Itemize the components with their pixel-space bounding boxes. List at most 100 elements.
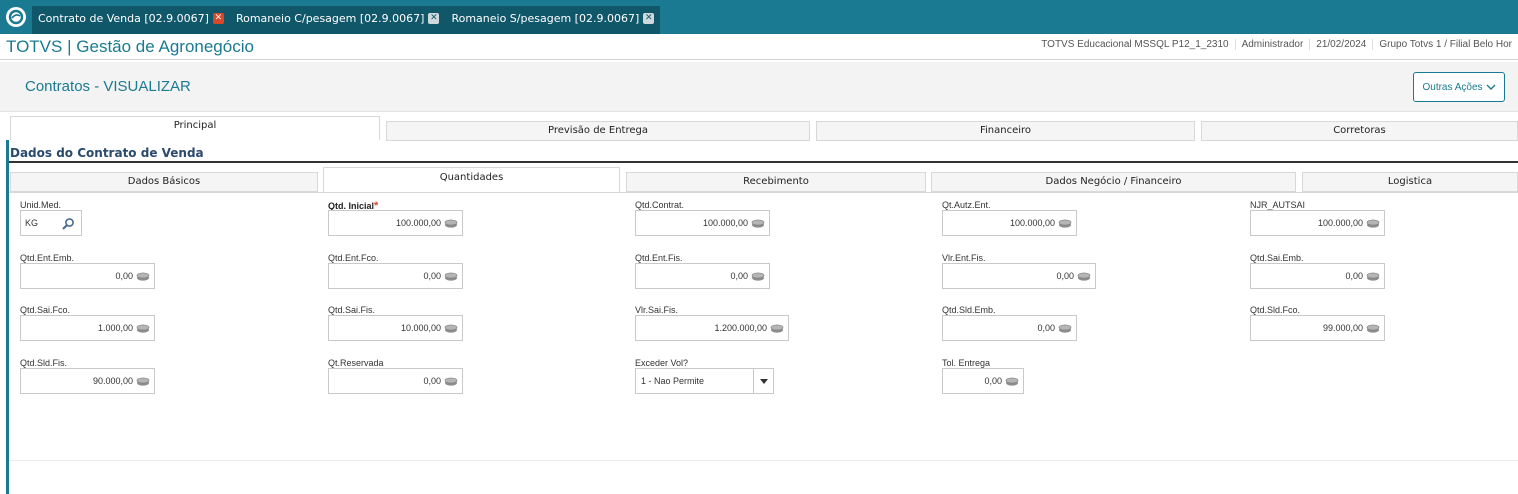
open-tabs: Contrato de Venda [02.9.0067] ✕ Romaneio… <box>32 6 661 34</box>
coins-icon[interactable] <box>1077 272 1091 281</box>
field-value: 99.000,00 <box>1322 323 1363 333</box>
tab-corretoras[interactable]: Corretoras <box>1201 121 1518 141</box>
qtd-sai-fis-input[interactable]: 10.000,00 <box>328 315 463 341</box>
tab-label: Corretoras <box>1333 125 1386 136</box>
tab-label: Principal <box>173 120 217 131</box>
top-tab-bar: Contrato de Venda [02.9.0067] ✕ Romaneio… <box>0 0 1518 34</box>
exceder-vol-select[interactable]: 1 - Nao Permite <box>635 368 774 394</box>
qtd-sld-fco-input[interactable]: 99.000,00 <box>1250 315 1385 341</box>
top-tab-romaneio-s-pesagem[interactable]: Romaneio S/pesagem [02.9.0067] ✕ <box>445 6 660 30</box>
tab-previsao-entrega[interactable]: Previsão de Entrega <box>386 121 810 141</box>
subtab-label: Dados Negócio / Financeiro <box>1045 176 1182 187</box>
tab-financeiro[interactable]: Financeiro <box>816 121 1195 141</box>
section-divider <box>9 161 1518 163</box>
field-label: Exceder Vol? <box>635 358 689 368</box>
coins-icon[interactable] <box>751 272 765 281</box>
tab-principal[interactable]: Principal <box>10 116 380 140</box>
qtd-ent-emb-input[interactable]: 0,00 <box>20 263 155 289</box>
app-name: Gestão de Agronegócio <box>76 37 254 56</box>
field-value: 0,00 <box>1345 271 1363 281</box>
coins-icon[interactable] <box>136 377 150 386</box>
subtab-dados-basicos[interactable]: Dados Básicos <box>10 172 318 192</box>
subtab-divider <box>9 192 1518 193</box>
qt-autz-ent-input[interactable]: 100.000,00 <box>942 210 1077 236</box>
coins-icon[interactable] <box>1058 324 1072 333</box>
vlr-sai-fis-input[interactable]: 1.200.000,00 <box>635 315 789 341</box>
qtd-sld-fis-input[interactable]: 90.000,00 <box>20 368 155 394</box>
qtd-sai-emb-input[interactable]: 0,00 <box>1250 263 1385 289</box>
field-value: 100.000,00 <box>1009 218 1055 228</box>
qt-reservada-input[interactable]: 0,00 <box>328 368 463 394</box>
environment-name: TOTVS Educacional MSSQL P12_1_2310 <box>1041 39 1229 50</box>
subtab-quantidades[interactable]: Quantidades <box>323 167 620 193</box>
coins-icon[interactable] <box>1005 377 1019 386</box>
subtab-label: Quantidades <box>439 172 504 183</box>
njr-autsai-input[interactable]: 100.000,00 <box>1250 210 1385 236</box>
coins-icon[interactable] <box>1366 272 1380 281</box>
coins-icon[interactable] <box>1366 219 1380 228</box>
coins-icon[interactable] <box>751 219 765 228</box>
field-value: 0,00 <box>984 376 1002 386</box>
tab-label: Financeiro <box>979 125 1032 136</box>
field-value: 0,00 <box>115 271 133 281</box>
close-icon[interactable]: ✕ <box>212 12 224 24</box>
top-tab-label: Romaneio C/pesagem [02.9.0067] <box>235 11 425 25</box>
coins-icon[interactable] <box>444 377 458 386</box>
subtab-dados-negocio-financeiro[interactable]: Dados Negócio / Financeiro <box>931 172 1296 192</box>
field-value: 100.000,00 <box>395 218 441 228</box>
field-label: Vlr.Sai.Fis. <box>635 305 679 315</box>
field-label: Qt.Autz.Ent. <box>942 200 991 210</box>
coins-icon[interactable] <box>1058 219 1072 228</box>
field-label: Vlr.Ent.Fis. <box>942 253 986 263</box>
qtd-sai-fco-input[interactable]: 1.000,00 <box>20 315 155 341</box>
coins-icon[interactable] <box>444 272 458 281</box>
title-separator: | <box>67 37 72 56</box>
page-title: Contratos - VISUALIZAR <box>25 78 191 95</box>
chevron-down-icon <box>1486 84 1496 90</box>
qtd-inicial-input[interactable]: 100.000,00 <box>328 210 463 236</box>
field-label: Qtd.Ent.Fis. <box>635 253 683 263</box>
top-tab-label: Contrato de Venda [02.9.0067] <box>38 11 209 25</box>
totvs-logo-icon[interactable] <box>6 7 26 27</box>
close-icon[interactable]: ✕ <box>643 12 655 24</box>
top-tab-label: Romaneio S/pesagem [02.9.0067] <box>451 11 640 25</box>
form-bottom-divider <box>9 460 1518 461</box>
coins-icon[interactable] <box>770 324 784 333</box>
field-value: 10.000,00 <box>400 323 441 333</box>
left-accent-line <box>6 140 9 494</box>
dropdown-arrow[interactable] <box>753 369 773 393</box>
close-icon[interactable]: ✕ <box>428 12 440 24</box>
app-title: TOTVS | Gestão de Agronegócio <box>6 37 254 57</box>
coins-icon[interactable] <box>1366 324 1380 333</box>
top-tab-contrato-venda[interactable]: Contrato de Venda [02.9.0067] ✕ <box>32 6 230 30</box>
app-header: TOTVS | Gestão de Agronegócio TOTVS Educ… <box>0 34 1518 60</box>
subtab-recebimento[interactable]: Recebimento <box>626 172 926 192</box>
top-tab-romaneio-c-pesagem[interactable]: Romaneio C/pesagem [02.9.0067] ✕ <box>230 6 446 30</box>
field-value: 100.000,00 <box>702 218 748 228</box>
subtab-logistica[interactable]: Logistica <box>1302 172 1518 192</box>
search-icon[interactable] <box>61 217 75 231</box>
subtab-label: Dados Básicos <box>127 176 201 187</box>
coins-icon[interactable] <box>136 272 150 281</box>
field-label: Unid.Med. <box>20 200 62 210</box>
other-actions-label: Outras Ações <box>1422 81 1483 93</box>
tol-entrega-input[interactable]: 0,00 <box>942 368 1024 394</box>
qtd-sld-emb-input[interactable]: 0,00 <box>942 315 1077 341</box>
coins-icon[interactable] <box>444 219 458 228</box>
field-label: Qtd.Sld.Fis. <box>20 358 68 368</box>
subtab-label: Recebimento <box>743 176 809 187</box>
session-date: 21/02/2024 <box>1309 39 1372 50</box>
unid-med-input[interactable]: KG <box>20 210 82 236</box>
qtd-ent-fis-input[interactable]: 0,00 <box>635 263 770 289</box>
field-value: 1.000,00 <box>97 323 133 333</box>
qtd-ent-fco-input[interactable]: 0,00 <box>328 263 463 289</box>
tab-label: Previsão de Entrega <box>547 125 648 136</box>
field-label: Tol. Entrega <box>942 358 991 368</box>
other-actions-button[interactable]: Outras Ações <box>1413 72 1505 102</box>
field-label: Qt.Reservada <box>328 358 384 368</box>
field-label: Qtd.Contrat. <box>635 200 685 210</box>
vlr-ent-fis-input[interactable]: 0,00 <box>942 263 1096 289</box>
coins-icon[interactable] <box>444 324 458 333</box>
coins-icon[interactable] <box>136 324 150 333</box>
qtd-contrat-input[interactable]: 100.000,00 <box>635 210 770 236</box>
